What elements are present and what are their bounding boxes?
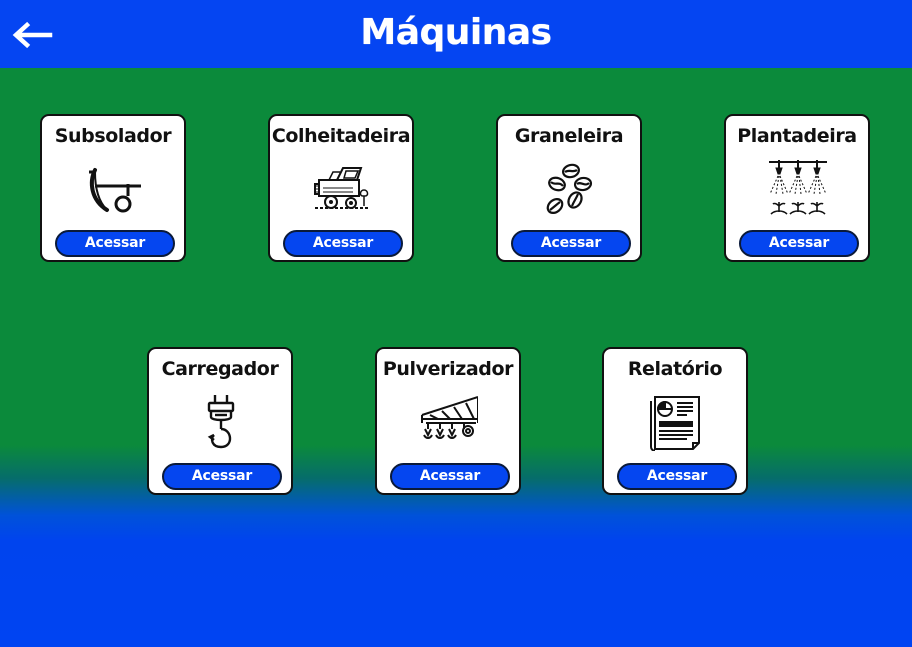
access-button[interactable]: Acessar — [390, 463, 510, 490]
access-button[interactable]: Acessar — [55, 230, 175, 257]
app-header: Máquinas — [0, 0, 912, 68]
grain-beans-icon — [546, 163, 593, 214]
card-title: Relatório — [627, 358, 723, 380]
access-button[interactable]: Acessar — [162, 463, 282, 490]
card-carregador: Carregador Acessar — [147, 347, 293, 495]
card-title: Colheitadeira — [271, 125, 411, 147]
combine-harvester-icon — [314, 167, 369, 209]
card-title: Subsolador — [54, 125, 172, 147]
card-colheitadeira: Colheitadeira Acessar — [268, 114, 414, 262]
access-button[interactable]: Acessar — [617, 463, 737, 490]
card-subsolador: Subsolador Acessar — [40, 114, 186, 262]
card-plantadeira: Plantadeira Acessar — [724, 114, 870, 262]
card-title: Carregador — [161, 358, 279, 380]
card-title: Pulverizador — [382, 358, 514, 380]
card-title: Plantadeira — [737, 125, 857, 147]
subsoiler-plow-icon — [89, 168, 141, 213]
plug-hook-icon — [207, 395, 235, 449]
sprinkler-seedlings-icon — [769, 160, 827, 215]
card-graneleira: Graneleira Acessar — [496, 114, 642, 262]
card-pulverizador: Pulverizador Acessar — [375, 347, 521, 495]
report-document-icon — [650, 396, 700, 451]
page-title: Máquinas — [360, 12, 552, 53]
access-button[interactable]: Acessar — [511, 230, 631, 257]
sprayer-icon — [421, 396, 478, 439]
card-relatorio: Relatório Acessar — [602, 347, 748, 495]
access-button[interactable]: Acessar — [283, 230, 403, 257]
access-button[interactable]: Acessar — [739, 230, 859, 257]
card-title: Graneleira — [514, 125, 624, 147]
